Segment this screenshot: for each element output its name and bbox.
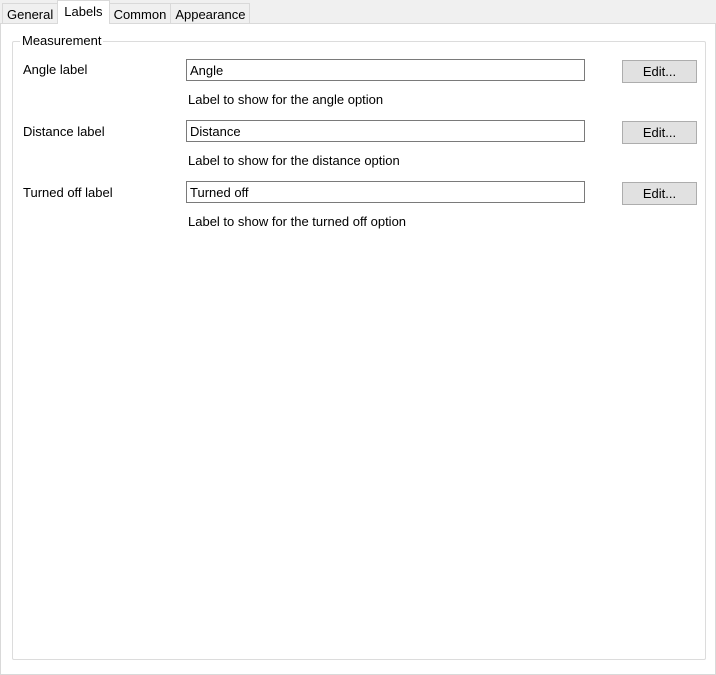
properties-dialog: General Labels Common Appearance Measure…: [0, 0, 716, 675]
distance-label-caption: Distance label: [23, 124, 105, 139]
turned-off-edit-button[interactable]: Edit...: [622, 182, 697, 205]
distance-label-hint: Label to show for the distance option: [188, 153, 400, 168]
angle-label-input[interactable]: [186, 59, 585, 81]
distance-label-input[interactable]: [186, 120, 585, 142]
angle-edit-button[interactable]: Edit...: [622, 60, 697, 83]
turned-off-label-input[interactable]: [186, 181, 585, 203]
angle-label-hint: Label to show for the angle option: [188, 92, 384, 107]
turned-off-label-hint: Label to show for the turned off option: [188, 214, 407, 229]
tab-page-labels: Measurement Angle label Edit... Label to…: [0, 23, 716, 675]
tab-common[interactable]: Common: [108, 3, 172, 24]
tab-appearance[interactable]: Appearance: [170, 3, 251, 24]
tab-strip: General Labels Common Appearance: [2, 0, 251, 24]
group-title: Measurement: [20, 33, 104, 49]
angle-label-caption: Angle label: [23, 62, 88, 77]
tab-general[interactable]: General: [2, 3, 59, 24]
distance-edit-button[interactable]: Edit...: [622, 121, 697, 144]
turned-off-label-caption: Turned off label: [23, 185, 113, 200]
tab-labels[interactable]: Labels: [57, 0, 110, 24]
measurement-group: Measurement Angle label Edit... Label to…: [12, 33, 706, 660]
